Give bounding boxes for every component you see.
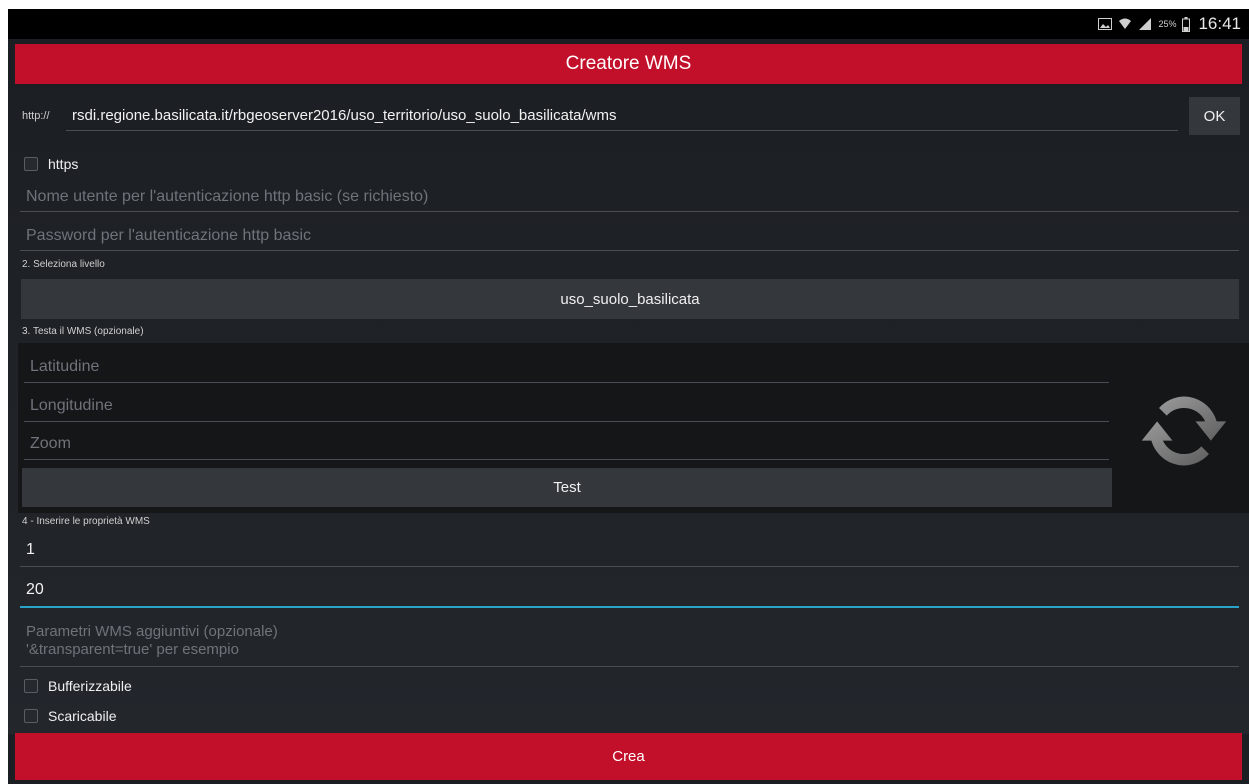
extra-params-textarea[interactable]	[20, 619, 1239, 667]
longitude-input[interactable]	[24, 390, 1109, 422]
scaricabile-checkbox[interactable]	[24, 709, 38, 723]
wms-property-field-1[interactable]	[20, 534, 1239, 567]
wms-property-field-2[interactable]	[20, 574, 1239, 608]
bufferizzabile-checkbox[interactable]	[24, 679, 38, 693]
layer-select-button[interactable]: uso_suolo_basilicata	[21, 279, 1239, 319]
url-prefix: http://	[22, 110, 50, 122]
battery-percent: 25%	[1158, 19, 1177, 29]
https-label: https	[48, 156, 79, 172]
username-input[interactable]	[20, 182, 1239, 212]
image-notification-icon	[1098, 18, 1113, 30]
create-button[interactable]: Crea	[15, 733, 1242, 780]
bufferizzabile-row[interactable]: Bufferizzabile	[24, 678, 132, 694]
latitude-input[interactable]	[24, 351, 1109, 383]
title-bar: Creatore WMS	[15, 44, 1242, 84]
zoom-input[interactable]	[24, 428, 1109, 460]
refresh-icon	[1136, 383, 1232, 484]
wms-properties-label: 4 - Inserire le proprietà WMS	[22, 516, 150, 527]
wifi-icon	[1118, 17, 1132, 31]
status-bar: 25% 16:41	[8, 9, 1249, 39]
bufferizzabile-label: Bufferizzabile	[48, 678, 132, 694]
url-input[interactable]	[66, 101, 1178, 131]
refresh-button[interactable]	[1118, 354, 1249, 512]
battery-icon	[1182, 16, 1191, 32]
page-title: Creatore WMS	[565, 53, 692, 74]
ok-button[interactable]: OK	[1189, 97, 1240, 135]
test-button[interactable]: Test	[22, 468, 1112, 507]
form-content: http:// OK https 2. Seleziona livello us…	[8, 89, 1249, 734]
password-input[interactable]	[20, 221, 1239, 251]
signal-icon	[1138, 17, 1152, 31]
select-layer-label: 2. Seleziona livello	[22, 259, 105, 270]
status-icons: 25% 16:41	[1098, 14, 1241, 34]
app-screen: 25% 16:41 Creatore WMS http:// OK https …	[8, 9, 1249, 784]
clock: 16:41	[1198, 14, 1241, 33]
test-wms-label: 3. Testa il WMS (opzionale)	[22, 326, 144, 337]
https-checkbox[interactable]	[24, 157, 38, 171]
scaricabile-row[interactable]: Scaricabile	[24, 708, 116, 724]
https-row[interactable]: https	[24, 156, 78, 172]
scaricabile-label: Scaricabile	[48, 708, 117, 724]
